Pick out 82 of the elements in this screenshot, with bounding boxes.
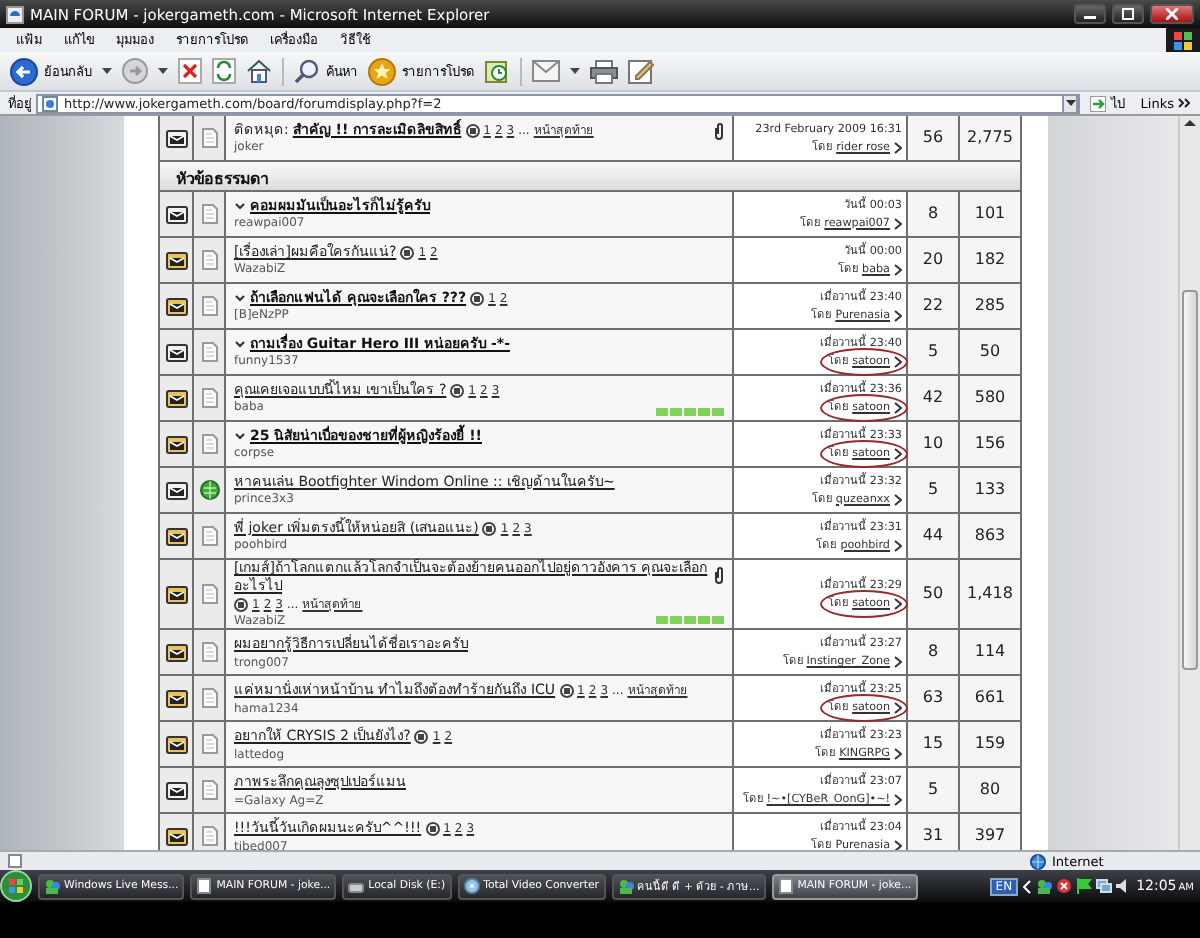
shield-icon[interactable] <box>1056 878 1073 894</box>
mail-button[interactable] <box>532 60 560 82</box>
stop-icon <box>178 58 202 84</box>
home-button[interactable] <box>246 58 272 84</box>
forward-button[interactable] <box>122 58 148 84</box>
caret-icon[interactable] <box>158 67 168 75</box>
history-button[interactable] <box>484 58 510 84</box>
pages-icon <box>450 383 465 398</box>
refresh-icon <box>212 58 236 84</box>
view-count: 101 <box>960 192 1020 236</box>
network-icon[interactable] <box>1096 878 1113 894</box>
pages-icon <box>465 123 480 138</box>
chevron-icon[interactable] <box>1022 879 1033 893</box>
dropdown-icon[interactable] <box>1065 100 1076 106</box>
pages-icon <box>470 291 485 306</box>
reply-count: 56 <box>908 116 958 160</box>
edit-button[interactable] <box>628 58 654 84</box>
pages-icon <box>234 598 248 612</box>
home-icon <box>246 58 272 84</box>
chevron-icon <box>234 430 246 443</box>
reply-count: 44 <box>908 514 958 558</box>
view-count: 156 <box>960 422 1020 466</box>
pages-icon <box>482 521 497 536</box>
reply-count: 10 <box>908 422 958 466</box>
start-button[interactable] <box>0 870 32 902</box>
stop-button[interactable] <box>178 58 202 84</box>
view-count: 80 <box>960 768 1020 813</box>
browser-icon <box>6 5 24 23</box>
chevron-icon <box>234 200 246 213</box>
history-icon <box>484 58 510 84</box>
view-count: 580 <box>960 376 1020 420</box>
view-count: 133 <box>960 468 1020 512</box>
view-count: 50 <box>960 330 1020 374</box>
globe-icon <box>1030 853 1046 869</box>
search-icon <box>294 58 320 84</box>
reply-count: 5 <box>908 468 958 512</box>
reply-count: 5 <box>908 330 958 374</box>
minimize-button[interactable] <box>1074 4 1106 24</box>
reply-count: 15 <box>908 722 958 767</box>
printer-icon <box>590 59 618 83</box>
close-icon <box>1166 8 1178 20</box>
maximize-icon <box>1122 8 1134 20</box>
reply-count: 5 <box>908 768 958 813</box>
page-icon <box>8 854 22 868</box>
chevron-icon <box>234 338 246 351</box>
view-count: 397 <box>960 814 1020 850</box>
reply-count: 8 <box>908 192 958 236</box>
pages-icon <box>414 730 429 745</box>
view-count: 863 <box>960 514 1020 558</box>
envelope-icon <box>532 60 560 82</box>
reply-count: 22 <box>908 284 958 328</box>
reply-count: 50 <box>908 560 958 629</box>
people-icon[interactable] <box>1036 878 1053 894</box>
reply-count: 8 <box>908 630 958 675</box>
view-count: 661 <box>960 676 1020 721</box>
caret-icon[interactable] <box>570 67 580 75</box>
windows-logo-icon <box>1174 31 1192 49</box>
view-count: 285 <box>960 284 1020 328</box>
reply-count: 31 <box>908 814 958 850</box>
refresh-button[interactable] <box>212 58 236 84</box>
chevron-icon <box>234 292 246 305</box>
section-header: หัวข้อธรรมดา <box>160 162 1020 190</box>
print-button[interactable] <box>590 59 618 83</box>
maximize-button[interactable] <box>1112 4 1144 24</box>
view-count: 2,775 <box>960 116 1020 160</box>
scrollbar-thumb[interactable] <box>1182 290 1198 670</box>
view-count: 114 <box>960 630 1020 675</box>
pages-icon <box>425 822 440 837</box>
pages-icon <box>400 245 415 260</box>
flag-icon[interactable] <box>1076 878 1093 894</box>
page-icon <box>42 95 58 111</box>
notepad-icon <box>628 58 654 84</box>
reply-count: 20 <box>908 238 958 282</box>
reply-count: 42 <box>908 376 958 420</box>
caret-icon[interactable] <box>102 67 112 75</box>
view-count: 1,418 <box>960 560 1020 629</box>
reply-count: 63 <box>908 676 958 721</box>
close-button[interactable] <box>1150 4 1194 24</box>
view-count: 182 <box>960 238 1020 282</box>
chevron-icon <box>1178 98 1190 108</box>
pages-icon <box>559 684 574 699</box>
view-count: 159 <box>960 722 1020 767</box>
